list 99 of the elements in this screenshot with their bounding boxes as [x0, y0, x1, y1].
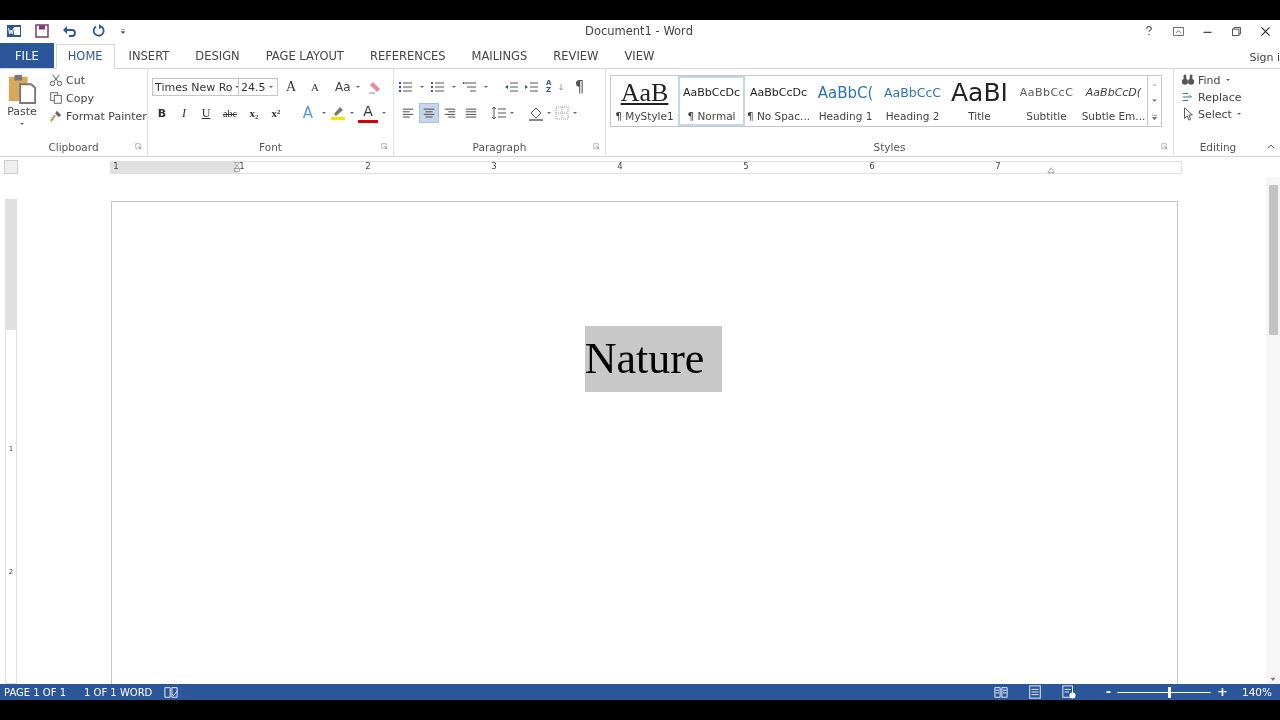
ribbon-tab[interactable]: MAILINGS [459, 44, 540, 68]
collapse-ribbon-icon[interactable] [1266, 142, 1276, 152]
zoom-out-button[interactable]: - [1103, 685, 1114, 699]
sub-button[interactable]: x₂ [244, 103, 264, 123]
change-case-button[interactable]: Aa [332, 79, 365, 95]
page-count[interactable]: PAGE 1 OF 1 [4, 686, 66, 698]
ruler-number: 1 [239, 160, 245, 171]
ruler-number: 5 [743, 160, 749, 171]
copy-icon [49, 91, 63, 105]
dialog-launcher-icon[interactable] [134, 142, 143, 151]
ribbon-tab[interactable]: INSERT [116, 44, 182, 68]
ribbon-tab[interactable]: VIEW [612, 44, 667, 68]
ribbon-tab[interactable]: PAGE LAYOUT [253, 44, 356, 68]
shrink-font-button[interactable]: A [304, 77, 326, 97]
style-item[interactable]: AaBbCcDc ¶ Normal [678, 76, 745, 126]
style-item[interactable]: AaBbCcDc ¶ No Spac... [745, 76, 812, 126]
ribbon-tab[interactable]: REVIEW [541, 44, 611, 68]
close-icon[interactable] [1259, 24, 1272, 38]
underline-button[interactable]: U [196, 103, 216, 123]
numbering-icon[interactable] [430, 79, 446, 95]
ribbon-tab[interactable]: DESIGN [183, 44, 252, 68]
print-layout-icon[interactable] [1027, 685, 1042, 699]
alignment-button[interactable] [419, 103, 439, 123]
zoom-slider-thumb[interactable] [1167, 686, 1171, 698]
borders-icon[interactable] [554, 105, 570, 121]
zoom-in-button[interactable]: + [1215, 685, 1230, 699]
font-name-field[interactable]: Times New Ro [152, 78, 239, 96]
shading-bucket-icon[interactable] [528, 105, 544, 121]
ribbon-tab[interactable]: REFERENCES [357, 44, 458, 68]
ribbon-options-icon[interactable] [1172, 24, 1185, 38]
align-right-icon [443, 106, 457, 120]
zoom-level[interactable]: 140% [1241, 686, 1272, 698]
read-mode-icon[interactable] [993, 685, 1008, 699]
increase-indent-icon[interactable] [524, 79, 540, 95]
ruler-number: 7 [995, 160, 1001, 171]
style-item[interactable]: AaBbCcC Heading 2 [879, 76, 946, 126]
style-item[interactable]: AaBbCcC Subtitle [1013, 76, 1080, 126]
show-marks-button[interactable]: ¶ [569, 77, 590, 97]
font-size-field[interactable]: 24.5 [238, 78, 278, 96]
align-left-icon [401, 106, 415, 120]
restore-icon[interactable] [1230, 24, 1243, 38]
style-item[interactable]: AaBI Title [946, 76, 1013, 126]
document-text[interactable]: Nature [584, 326, 723, 392]
decrease-indent-icon[interactable] [504, 79, 520, 95]
sup-button[interactable]: x² [266, 103, 286, 123]
ribbon-tab[interactable]: HOME [55, 44, 115, 69]
painter-button[interactable]: Format Painter [46, 108, 150, 124]
more-styles-icon[interactable] [1150, 113, 1159, 123]
save-icon[interactable] [34, 23, 50, 39]
group-label: Paragraph [472, 141, 527, 153]
ruler-number: 4 [617, 160, 623, 171]
find-button[interactable]: Find [1178, 72, 1258, 88]
ruler-number: 6 [869, 160, 875, 171]
proofing-book-icon[interactable] [164, 685, 179, 699]
dialog-launcher-icon[interactable] [1160, 142, 1169, 151]
align-justify-icon [464, 106, 478, 120]
dialog-launcher-icon[interactable] [380, 142, 389, 151]
group-label: Styles [873, 141, 906, 153]
ruler-number: 3 [491, 160, 497, 171]
italic-button[interactable]: I [174, 103, 194, 123]
replace-button[interactable]: Replace [1178, 89, 1258, 105]
bullets-icon[interactable] [398, 79, 414, 95]
ruler-number: 2 [365, 160, 371, 171]
paintbrush-icon [49, 109, 63, 123]
scissors-icon [49, 73, 63, 87]
redo-icon[interactable] [90, 23, 106, 39]
copy-button[interactable]: Copy [46, 90, 150, 106]
bold-button[interactable]: B [152, 103, 172, 123]
window-title: Document1 - Word [584, 24, 694, 38]
group-label: Font [259, 141, 282, 153]
style-item[interactable]: AaB ¶ MyStyle1 [611, 76, 678, 126]
style-item[interactable]: AaBbC( Heading 1 [812, 76, 879, 126]
cut-button[interactable]: Cut [46, 72, 150, 88]
scrollbar-thumb[interactable] [1268, 185, 1278, 335]
ruler-number: 1 [113, 160, 119, 171]
binoculars-icon [1181, 73, 1195, 87]
sign-in-link[interactable]: Sign i [1249, 50, 1280, 64]
word-app-icon [6, 23, 22, 39]
select-button[interactable]: Select [1178, 106, 1258, 122]
grow-font-button[interactable]: A [280, 77, 302, 97]
group-label: Clipboard [48, 141, 99, 153]
style-item[interactable]: AaBbCcD( Subtle Em... [1080, 76, 1147, 126]
group-label: Editing [1199, 141, 1237, 153]
cursor-arrow-icon [1181, 107, 1195, 121]
strike-button[interactable]: abc [218, 103, 242, 123]
align-center-icon [422, 106, 436, 120]
file-tab[interactable]: FILE [0, 43, 54, 68]
highlighter-icon[interactable] [330, 105, 346, 121]
multilevel-list-icon[interactable] [462, 79, 478, 95]
replace-icon [1181, 90, 1195, 104]
paste-button[interactable]: Paste [4, 72, 40, 138]
line-spacing-icon[interactable] [491, 105, 507, 121]
web-layout-icon[interactable] [1061, 685, 1076, 699]
word-count[interactable]: 1 OF 1 WORD [84, 686, 153, 698]
eraser-icon[interactable] [366, 79, 383, 95]
clipboard-icon [7, 72, 37, 104]
help-icon [1143, 25, 1155, 37]
font-color-button[interactable]: A [358, 103, 378, 123]
dialog-launcher-icon[interactable] [592, 142, 601, 151]
